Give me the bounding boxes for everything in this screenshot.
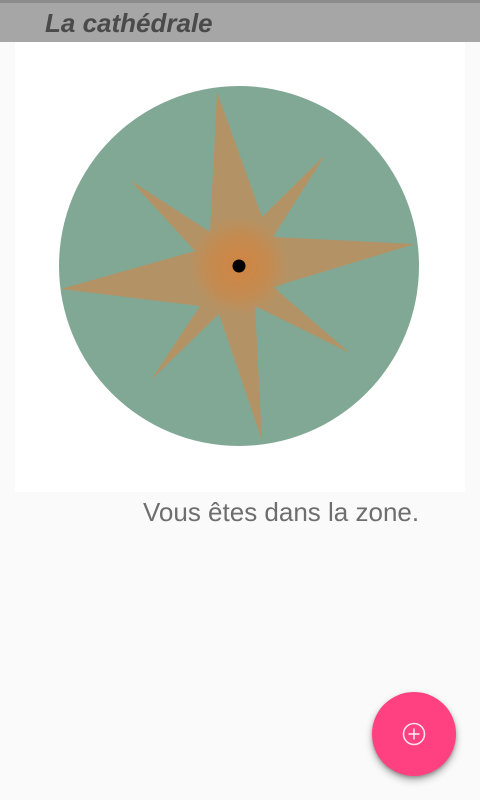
- page-title: La cathédrale: [45, 8, 213, 38]
- zone-status-message: Vous êtes dans la zone.: [143, 497, 420, 527]
- app-bar: La cathédrale: [0, 3, 480, 42]
- add-circle-icon: [402, 722, 426, 746]
- position-marker: [232, 259, 246, 273]
- zone-map: [15, 42, 465, 492]
- add-button[interactable]: [372, 692, 456, 776]
- zone-map-drawing: [59, 86, 419, 446]
